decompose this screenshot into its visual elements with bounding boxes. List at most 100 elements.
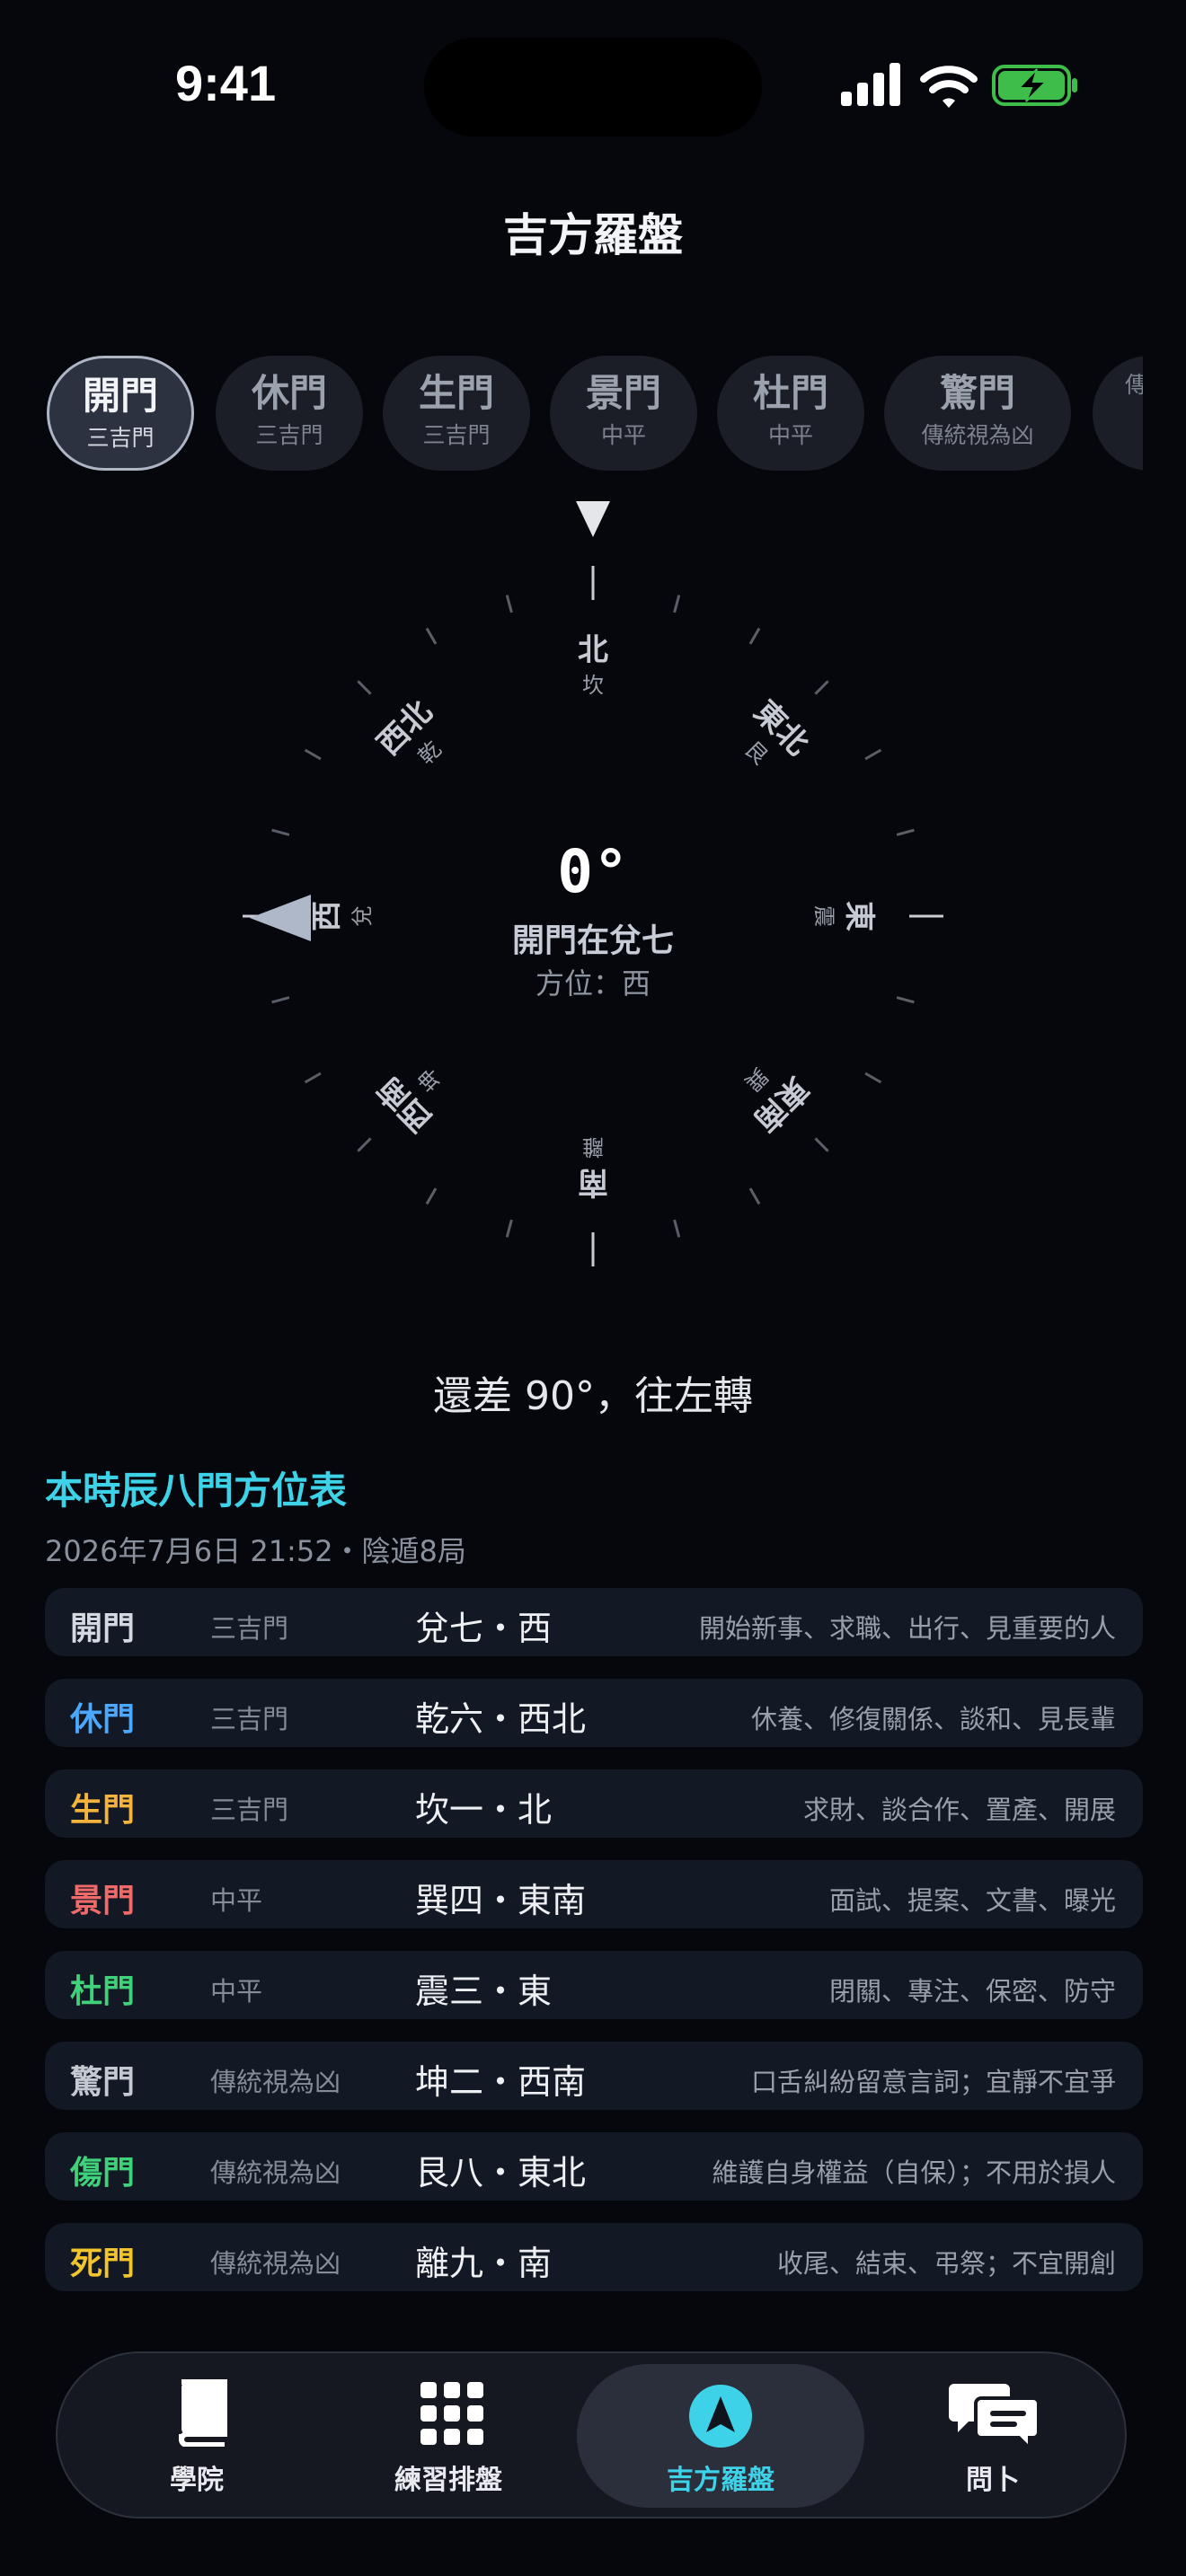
page-title: 吉方羅盤 bbox=[503, 209, 683, 261]
row-gate: 杜門 bbox=[70, 1973, 136, 2010]
status-time: 9:41 bbox=[175, 55, 277, 111]
tab-label: 問卜 bbox=[966, 2465, 1020, 2496]
tab-label: 練習排盤 bbox=[394, 2465, 502, 2496]
compass-direction-label: 西北乾 bbox=[371, 694, 447, 770]
table-row[interactable]: 杜門 中平 震三・東 閉關、專注、保密、防守 bbox=[45, 1951, 1143, 2019]
compass-tick bbox=[814, 680, 829, 695]
gate-chip-name: 休門 bbox=[251, 371, 327, 415]
gate-chip-tag: 中平 bbox=[767, 422, 813, 448]
book-icon bbox=[179, 2379, 227, 2447]
gate-chip-kaimen[interactable]: 開門 三吉門 bbox=[47, 356, 194, 471]
table-row[interactable]: 驚門 傳統視為凶 坤二・西南 口舌糾紛留意言詞；宜靜不宜爭 bbox=[45, 2042, 1143, 2110]
gate-chip-shengmen[interactable]: 生門 三吉門 bbox=[383, 356, 530, 471]
table-row[interactable]: 死門 傳統視為凶 離九・南 收尾、結束、弔祭；不宜開創 bbox=[45, 2223, 1143, 2291]
gate-chip-name: 驚門 bbox=[939, 371, 1015, 415]
gate-chip-name: 景門 bbox=[585, 371, 661, 415]
gate-chip-jingmen-alarm[interactable]: 驚門 傳統視為凶 bbox=[884, 356, 1071, 471]
gate-direction: 方位：西 bbox=[535, 966, 651, 1001]
table-row[interactable]: 開門 三吉門 兌七・西 開始新事、求職、出行、見重要的人 bbox=[45, 1588, 1143, 1656]
battery-charging-icon bbox=[992, 65, 1077, 106]
gate-chip-dumen[interactable]: 杜門 中平 bbox=[717, 356, 864, 471]
gate-chip-tag: 傳 bbox=[1125, 372, 1143, 398]
gate-chip-name: 開門 bbox=[82, 374, 158, 418]
compass-direction-label: 西南坤 bbox=[371, 1063, 447, 1138]
gate-chip-shangmen[interactable]: 傳 bbox=[1093, 356, 1143, 471]
compass-tick bbox=[748, 1187, 761, 1205]
row-type: 傳統視為凶 bbox=[210, 2067, 341, 2097]
compass-heading: 0° bbox=[557, 837, 629, 906]
compass-tick bbox=[425, 1187, 438, 1205]
compass-direction-label: 東北艮 bbox=[739, 694, 815, 770]
compass-direction-label: 北坎 bbox=[578, 632, 608, 698]
compass-tick bbox=[505, 595, 513, 613]
wifi-icon bbox=[920, 66, 978, 108]
compass-tick bbox=[425, 627, 438, 645]
row-position: 艮八・東北 bbox=[415, 2153, 587, 2192]
row-type: 中平 bbox=[210, 1976, 263, 2007]
row-position: 乾六・西北 bbox=[415, 1699, 587, 1739]
turn-hint: 還差 90°，往左轉 bbox=[433, 1373, 753, 1419]
row-position: 震三・東 bbox=[415, 1972, 553, 2011]
top-pointer-icon bbox=[576, 501, 610, 537]
gate-chip-xiumen[interactable]: 休門 三吉門 bbox=[216, 356, 363, 471]
row-type: 傳統視為凶 bbox=[210, 2157, 341, 2188]
tab-academy[interactable]: 學院 bbox=[75, 2353, 318, 2520]
row-note: 閉關、專注、保密、防守 bbox=[828, 1976, 1116, 2007]
cellular-signal-icon bbox=[841, 63, 900, 106]
tab-practice[interactable]: 練習排盤 bbox=[327, 2353, 570, 2520]
row-gate: 傷門 bbox=[70, 2155, 136, 2192]
row-note: 求財、談合作、置產、開展 bbox=[802, 1795, 1116, 1825]
row-note: 休養、修復關係、談和、見長輩 bbox=[750, 1704, 1116, 1734]
gate-chip-tag: 三吉門 bbox=[422, 422, 491, 448]
row-position: 坎一・北 bbox=[415, 1790, 553, 1830]
chat-bubbles-icon bbox=[949, 2384, 1040, 2450]
compass-tick bbox=[814, 1137, 829, 1152]
compass-tick bbox=[357, 680, 372, 695]
row-note: 面試、提案、文書、曝光 bbox=[828, 1885, 1116, 1916]
row-gate: 死門 bbox=[70, 2245, 136, 2282]
compass-tick bbox=[304, 1072, 322, 1084]
table-row[interactable]: 休門 三吉門 乾六・西北 休養、修復關係、談和、見長輩 bbox=[45, 1679, 1143, 1747]
row-type: 中平 bbox=[210, 1885, 263, 1916]
compass-trigram-name: 乾 bbox=[413, 737, 447, 770]
compass-tick bbox=[304, 748, 322, 761]
gate-chip-tag: 三吉門 bbox=[86, 425, 155, 451]
row-note: 開始新事、求職、出行、見重要的人 bbox=[698, 1613, 1116, 1644]
row-position: 離九・南 bbox=[415, 2244, 553, 2283]
row-type: 三吉門 bbox=[210, 1795, 289, 1825]
row-type: 三吉門 bbox=[210, 1704, 289, 1734]
gate-chip-jingmen[interactable]: 景門 中平 bbox=[550, 356, 697, 471]
table-title: 本時辰八門方位表 bbox=[45, 1469, 348, 1513]
table-row[interactable]: 傷門 傳統視為凶 艮八・東北 維護自身權益（自保）；不用於損人 bbox=[45, 2132, 1143, 2201]
gate-chip-tag: 三吉門 bbox=[255, 422, 323, 448]
gate-chip-name: 杜門 bbox=[752, 371, 828, 415]
grid-icon bbox=[420, 2382, 483, 2445]
compass-tick bbox=[505, 1219, 513, 1238]
row-gate: 生門 bbox=[70, 1792, 136, 1829]
compass-tick bbox=[673, 595, 681, 613]
row-position: 兌七・西 bbox=[415, 1609, 553, 1648]
tab-auspicious-compass[interactable]: 吉方羅盤 bbox=[577, 2364, 864, 2508]
row-gate: 開門 bbox=[70, 1610, 136, 1647]
gate-selector: 開門 三吉門 休門 三吉門 生門 三吉門 景門 中平 杜門 中平 驚門 傳統視為… bbox=[45, 356, 1143, 471]
gate-chip-tag: 中平 bbox=[600, 422, 646, 448]
row-gate: 休門 bbox=[70, 1701, 136, 1738]
compass-trigram-name: 坎 bbox=[582, 673, 604, 698]
tab-label: 吉方羅盤 bbox=[667, 2465, 774, 2496]
table-row[interactable]: 景門 中平 巽四・東南 面試、提案、文書、曝光 bbox=[45, 1860, 1143, 1928]
compass-tick bbox=[896, 828, 915, 836]
compass-trigram-name: 巽 bbox=[739, 1063, 773, 1096]
compass-tick bbox=[748, 627, 761, 645]
compass-direction-name: 南 bbox=[578, 1164, 608, 1200]
tab-divination[interactable]: 問卜 bbox=[872, 2353, 1114, 2520]
row-position: 巽四・東南 bbox=[415, 1881, 587, 1920]
tab-bar: 學院 練習排盤 吉方羅盤 問卜 bbox=[56, 2351, 1127, 2519]
compass-tick bbox=[271, 828, 290, 836]
row-gate: 驚門 bbox=[70, 2064, 136, 2101]
compass-tick bbox=[864, 1072, 882, 1084]
compass-direction-label: 南離 bbox=[578, 1134, 608, 1200]
compass-trigram-name: 離 bbox=[582, 1134, 604, 1160]
navigation-icon bbox=[689, 2385, 752, 2448]
compass-tick bbox=[864, 748, 882, 761]
table-row[interactable]: 生門 三吉門 坎一・北 求財、談合作、置產、開展 bbox=[45, 1769, 1143, 1838]
